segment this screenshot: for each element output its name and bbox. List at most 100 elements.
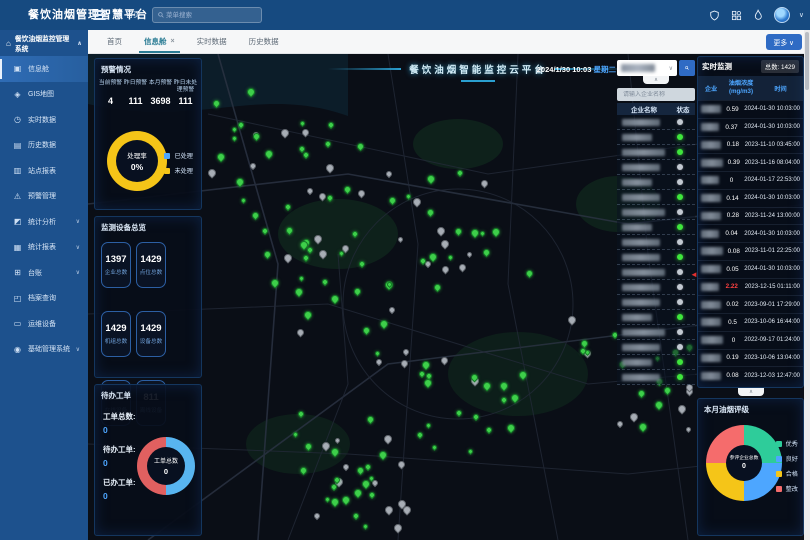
enterprise-row[interactable]: [617, 310, 695, 325]
more-button[interactable]: 更多 ∨: [766, 34, 802, 50]
realtime-row[interactable]: 0.08 2023-11-01 22:25:00: [698, 242, 803, 260]
page-tab[interactable]: 历史数据 ×: [238, 30, 290, 53]
user-avatar[interactable]: [774, 7, 790, 23]
enterprise-name-input[interactable]: [621, 91, 691, 99]
redacted-enterprise-name: [701, 212, 721, 220]
warning-manage-icon: ⚠: [13, 192, 22, 201]
redacted-enterprise-name: [701, 283, 719, 291]
enterprise-row[interactable]: [617, 115, 695, 130]
realtime-row[interactable]: 0.39 2023-11-16 08:04:00: [698, 153, 803, 171]
concentration-value: 0.19: [721, 354, 744, 361]
realtime-row[interactable]: 0.5 2023-10-06 16:44:00: [698, 313, 803, 331]
realtime-row[interactable]: 0.08 2023-12-03 12:47:00: [698, 366, 803, 384]
concentration-value: 0.59: [721, 106, 744, 113]
realtime-row[interactable]: 0.02 2023-09-01 17:29:00: [698, 295, 803, 313]
realtime-row[interactable]: 0.37 2024-01-30 10:03:00: [698, 118, 803, 136]
sidebar-item[interactable]: ◈ GIS地图: [0, 82, 88, 108]
enterprise-row[interactable]: [617, 220, 695, 235]
redacted-enterprise-name: [622, 224, 652, 231]
tab-label: 实时数据: [197, 36, 227, 47]
timestamp: 2023-10-06 13:04:00: [744, 355, 800, 361]
enterprise-row[interactable]: [617, 250, 695, 265]
sidebar-item[interactable]: ⊞ 台账 ∨: [0, 260, 88, 286]
collapse-handle[interactable]: ∧: [738, 388, 764, 396]
menu-search-input[interactable]: [164, 11, 256, 20]
status-dot: [677, 284, 683, 290]
sidebar-item[interactable]: ▭ 运维设备: [0, 311, 88, 337]
sidebar-item[interactable]: ⚠ 预警管理: [0, 184, 88, 210]
legend-item: 整改: [776, 484, 798, 493]
sidebar-item[interactable]: ◰ 档案查询: [0, 286, 88, 312]
sidebar-item[interactable]: ▣ 信息舱: [0, 56, 88, 82]
status-dot: [677, 149, 683, 155]
redacted-enterprise-name: [622, 359, 652, 366]
rating-donut: 参评企业总数 0: [706, 425, 782, 501]
realtime-row[interactable]: 0.04 2024-01-30 10:03:00: [698, 224, 803, 242]
search-icon: [685, 64, 689, 72]
enterprise-row[interactable]: [617, 370, 695, 385]
site-report-icon: ▥: [13, 166, 22, 175]
enterprise-row[interactable]: [617, 175, 695, 190]
realtime-row[interactable]: 0 2022-09-17 01:24:00: [698, 331, 803, 349]
vertical-scrollbar[interactable]: [804, 30, 810, 540]
enterprise-select[interactable]: ∨: [617, 60, 677, 76]
topbar-home-tab[interactable]: ⊞首页: [116, 0, 141, 30]
shield-icon[interactable]: [708, 9, 721, 22]
legend-item: 已处理: [164, 151, 193, 160]
realtime-row[interactable]: 0 2024-01-17 22:53:00: [698, 171, 803, 189]
page-tab[interactable]: 信息舱 ×: [133, 30, 186, 53]
enterprise-row[interactable]: [617, 160, 695, 175]
timestamp: 2024-01-30 10:03:00: [744, 266, 800, 272]
gis-map-icon: ◈: [13, 90, 22, 99]
enterprise-row[interactable]: [617, 145, 695, 160]
realtime-row[interactable]: 0.19 2023-10-06 13:04:00: [698, 349, 803, 367]
enterprise-row[interactable]: [617, 325, 695, 340]
enterprise-row[interactable]: [617, 130, 695, 145]
enterprise-row[interactable]: [617, 355, 695, 370]
sidebar-item-label: 预警管理: [28, 191, 56, 201]
enterprise-row[interactable]: [617, 235, 695, 250]
flame-icon[interactable]: [752, 9, 765, 22]
close-icon[interactable]: ×: [171, 38, 175, 45]
enterprise-row[interactable]: [617, 205, 695, 220]
sidebar-item-label: 台账: [28, 268, 42, 278]
realtime-row[interactable]: 0.18 2023-11-10 03:45:00: [698, 136, 803, 154]
realtime-row[interactable]: 0.28 2023-11-24 13:00:00: [698, 207, 803, 225]
enterprise-row[interactable]: [617, 280, 695, 295]
scrollbar-thumb[interactable]: [805, 32, 809, 90]
realtime-monitor-panel: 实时监测 总数: 1429 企业 油烟浓度(mg/m3) 时间 0.59 202…: [697, 56, 804, 388]
ledger-icon: ⊞: [13, 268, 22, 277]
chevron-down-icon: ∨: [76, 218, 80, 225]
enterprise-row[interactable]: [617, 265, 695, 280]
menu-toggle-icon[interactable]: [93, 10, 106, 20]
realtime-row[interactable]: 0.05 2024-01-30 10:03:00: [698, 260, 803, 278]
menu-search-box[interactable]: [152, 7, 262, 23]
chevron-down-icon[interactable]: ∨: [799, 11, 804, 19]
enterprise-row[interactable]: [617, 340, 695, 355]
sidebar-item[interactable]: ▥ 站点报表: [0, 158, 88, 184]
timestamp: 2023-09-01 17:29:00: [744, 302, 800, 308]
collapse-left-icon[interactable]: ◄: [690, 270, 698, 279]
sidebar-item[interactable]: ▦ 统计报表 ∨: [0, 235, 88, 261]
enterprise-name-input-wrap[interactable]: [617, 88, 695, 101]
enterprise-row[interactable]: [617, 190, 695, 205]
realtime-row[interactable]: 0.59 2024-01-30 10:03:00: [698, 100, 803, 118]
concentration-value: 0.05: [721, 266, 744, 273]
realtime-row[interactable]: 0.14 2024-01-30 10:03:00: [698, 189, 803, 207]
sidebar-item[interactable]: ◉ 基础管理系统 ∨: [0, 337, 88, 363]
collapse-handle[interactable]: ∧: [643, 76, 669, 84]
enterprise-search-button[interactable]: [679, 60, 695, 76]
realtime-row[interactable]: 2.22 2023-12-15 01:11:00: [698, 278, 803, 296]
page-tab[interactable]: 首页 ×: [96, 30, 133, 53]
enterprise-list-column: ∨ ∧ 企业名称 状态: [617, 60, 695, 385]
sidebar-item[interactable]: ◩ 统计分析 ∨: [0, 209, 88, 235]
status-dot: [677, 344, 683, 350]
sidebar-item[interactable]: ◷ 实时数据: [0, 107, 88, 133]
sidebar-system-header[interactable]: ⌂ 餐饮油烟监控管理系统 ∧: [0, 30, 88, 56]
redacted-enterprise-name: [701, 194, 721, 202]
page-tab[interactable]: 实时数据 ×: [186, 30, 238, 53]
enterprise-row[interactable]: [617, 295, 695, 310]
sidebar-item[interactable]: ▤ 历史数据: [0, 133, 88, 159]
concentration-value: 0.5: [721, 319, 744, 326]
apps-icon[interactable]: [730, 9, 743, 22]
